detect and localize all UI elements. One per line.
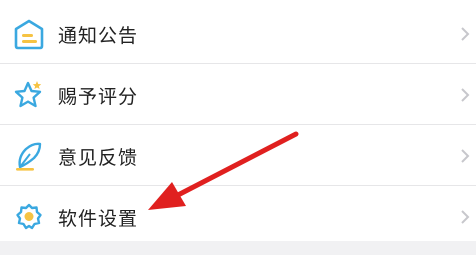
bottom-spacer <box>0 241 476 255</box>
chevron-right-icon <box>461 210 470 224</box>
menu-item-label: 通知公告 <box>58 24 139 47</box>
menu-item-rate[interactable]: 赐予评分 <box>0 64 476 126</box>
menu-item-notice[interactable]: 通知公告 <box>0 3 476 65</box>
settings-menu: 通知公告 赐予评分 意见反馈 软件设置 <box>0 0 476 255</box>
chevron-right-icon <box>461 88 470 102</box>
menu-item-label: 赐予评分 <box>58 85 139 108</box>
settings-gear-icon <box>16 203 42 230</box>
chevron-right-icon <box>461 149 470 163</box>
notice-icon <box>14 19 44 50</box>
chevron-right-icon <box>461 27 470 41</box>
menu-item-label: 意见反馈 <box>58 146 139 169</box>
star-rating-icon <box>14 81 42 108</box>
menu-item-settings[interactable]: 软件设置 <box>0 186 476 248</box>
feedback-feather-icon <box>16 142 42 171</box>
menu-item-label: 软件设置 <box>58 207 139 230</box>
menu-item-feedback[interactable]: 意见反馈 <box>0 125 476 187</box>
